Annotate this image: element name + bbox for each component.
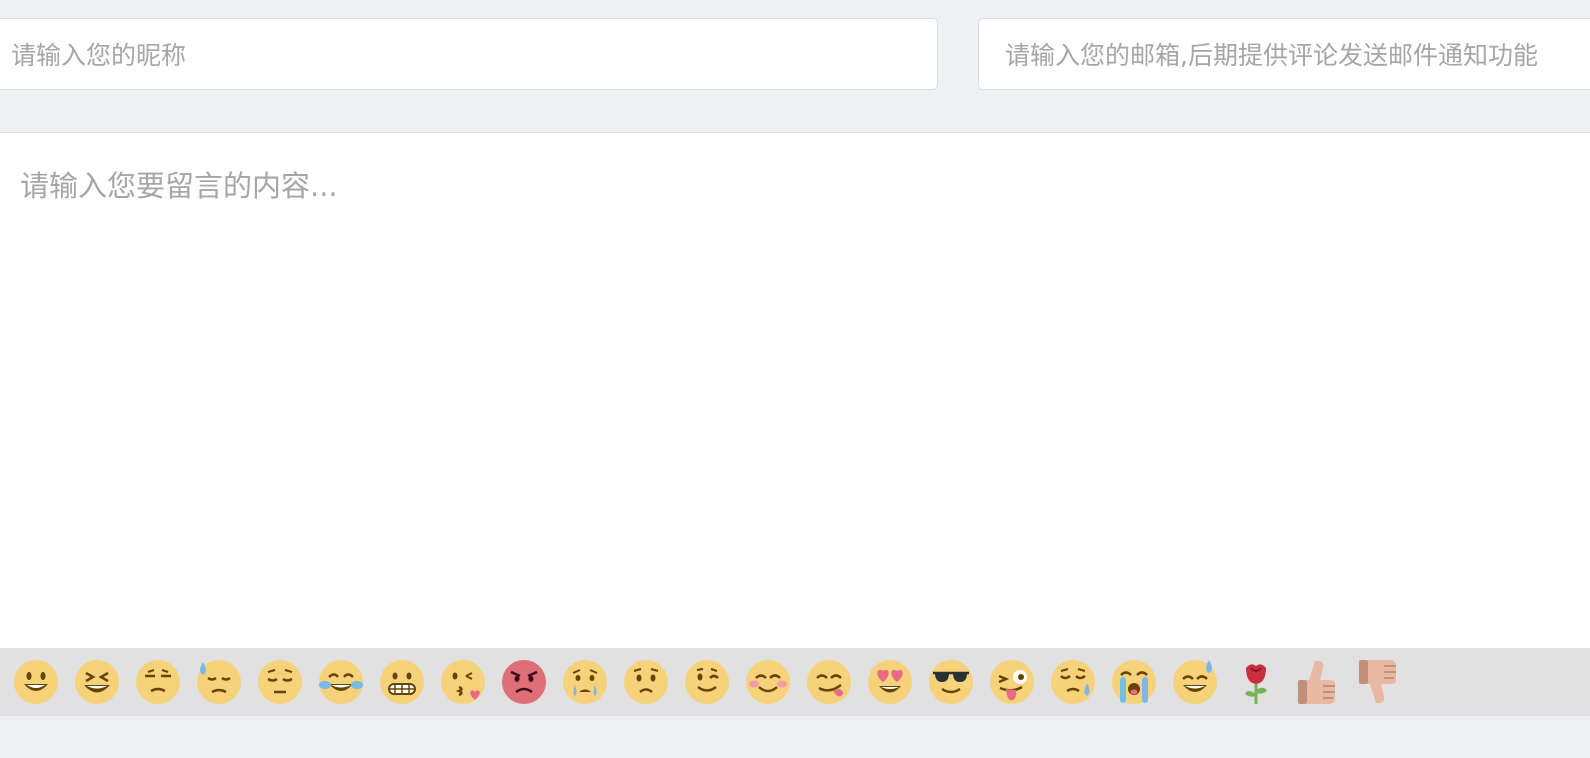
emoji-wink-icon[interactable]	[683, 658, 731, 706]
emoji-sunglasses-icon[interactable]	[927, 658, 975, 706]
emoji-disappointed-relieved-icon[interactable]	[1049, 658, 1097, 706]
comment-content-placeholder: 请输入您要留言的内容...	[20, 169, 338, 203]
nickname-placeholder: 请输入您的昵称	[11, 41, 187, 70]
emoji-sob-icon[interactable]	[1110, 658, 1158, 706]
emoji-laughing-icon[interactable]	[73, 658, 121, 706]
emoji-worried-icon[interactable]	[622, 658, 670, 706]
emoji-rose-icon[interactable]	[1232, 658, 1280, 706]
comment-content-textarea[interactable]: 请输入您要留言的内容...	[0, 132, 1590, 648]
emoji-smile-icon[interactable]	[12, 658, 60, 706]
emoji-unamused-icon[interactable]	[134, 658, 182, 706]
emoji-thumbs-up-icon[interactable]	[1293, 658, 1341, 706]
emoji-sweat-icon[interactable]	[195, 658, 243, 706]
comment-form: 请输入您的昵称 请输入您的邮箱,后期提供评论发送邮件通知功能 请输入您要留言的内…	[0, 0, 1590, 758]
emoji-kissing-heart-icon[interactable]	[439, 658, 487, 706]
emoji-joy-icon[interactable]	[317, 658, 365, 706]
email-input[interactable]: 请输入您的邮箱,后期提供评论发送邮件通知功能	[978, 18, 1590, 90]
emoji-heart-eyes-icon[interactable]	[866, 658, 914, 706]
emoji-sweat-smile-icon[interactable]	[1171, 658, 1219, 706]
emoji-angry-icon[interactable]	[500, 658, 548, 706]
emoji-cry-icon[interactable]	[561, 658, 609, 706]
emoji-yum-icon[interactable]	[805, 658, 853, 706]
emoji-thumbs-down-icon[interactable]	[1354, 658, 1402, 706]
emoji-picker-bar	[0, 648, 1590, 716]
emoji-pensive-icon[interactable]	[256, 658, 304, 706]
email-placeholder: 请输入您的邮箱,后期提供评论发送邮件通知功能	[1005, 41, 1538, 70]
emoji-grimacing-icon[interactable]	[378, 658, 426, 706]
nickname-input[interactable]: 请输入您的昵称	[0, 18, 938, 90]
emoji-blush-icon[interactable]	[744, 658, 792, 706]
emoji-stuck-out-tongue-winking-eye-icon[interactable]	[988, 658, 1036, 706]
